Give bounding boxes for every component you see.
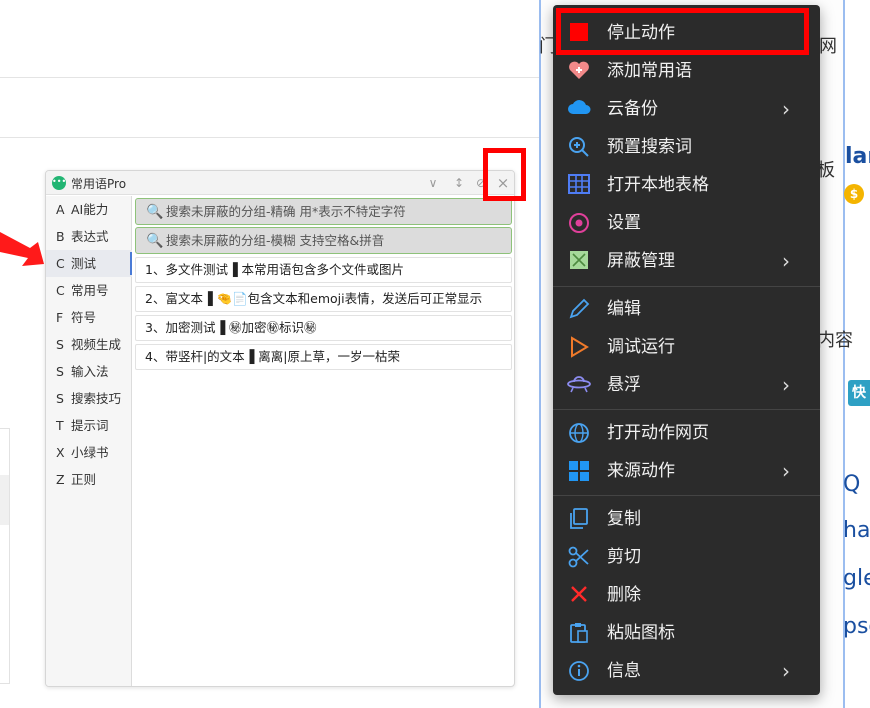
phrase-app-window: ••• 常用语Pro ∨ ↕ ⊘ × A AI能力 B 表达式 C 测试 C 常用号 F… [45,170,515,687]
chevron-right-icon: › [782,249,790,273]
copy-icon [567,508,591,530]
search-exact-input[interactable]: 🔍 搜索未屏蔽的分组-精确 用*表示不特定字符 [135,198,512,225]
category-item[interactable]: S 视频生成 [46,331,132,358]
gear-icon [567,212,591,234]
search-icon: 🔍 [146,233,164,249]
page-divider [0,137,540,138]
menu-item-block-management[interactable]: 屏蔽管理 › [553,242,820,280]
ufo-icon [567,374,591,396]
menu-item-info[interactable]: 信息 › [553,652,820,690]
app-logo-icon: ••• [52,176,66,190]
sort-icon[interactable]: ↕ [450,174,468,192]
menu-separator [553,495,820,496]
category-item[interactable]: C 常用号 [46,277,132,304]
category-item[interactable]: S 输入法 [46,358,132,385]
menu-item-open-action-page[interactable]: 打开动作网页 [553,414,820,452]
category-item[interactable]: F 符号 [46,304,132,331]
menu-item-paste-icon[interactable]: 粘贴图标 [553,614,820,652]
menu-item-float[interactable]: 悬浮 › [553,366,820,404]
bg-text: Q [843,472,861,497]
search-plus-icon [567,136,591,158]
search-fuzzy-input[interactable]: 🔍 搜索未屏蔽的分组-模糊 支持空格&拼音 [135,227,512,254]
play-icon [567,336,591,358]
category-item[interactable]: A AI能力 [46,196,132,223]
category-item[interactable]: X 小绿书 [46,439,132,466]
menu-item-delete[interactable]: 删除 [553,576,820,614]
info-icon [567,660,591,682]
menu-item-debug-run[interactable]: 调试运行 [553,328,820,366]
phrase-item[interactable]: 2、富文本▐ 🤏📄包含文本和emoji表情，发送后可正常显示 [135,286,512,312]
block-icon [567,250,591,272]
menu-separator [553,409,820,410]
cloud-icon [567,98,591,120]
category-item[interactable]: Z 正则 [46,466,132,493]
menu-item-copy[interactable]: 复制 [553,500,820,538]
chevron-right-icon: › [782,459,790,483]
globe-icon [567,422,591,444]
chevron-right-icon: › [782,97,790,121]
bg-text: ha [843,518,870,543]
app-title: 常用语Pro [71,177,127,191]
search-icon: 🔍 [146,204,164,220]
background-panel [0,428,10,684]
menu-item-edit[interactable]: 编辑 [553,290,820,328]
bg-text: psc [843,614,870,639]
category-sidebar: A AI能力 B 表达式 C 测试 C 常用号 F 符号 S 视频生成 S 输入法 S 搜索技巧… [46,196,132,686]
bg-text: lar [845,144,870,169]
menu-item-open-local-table[interactable]: 打开本地表格 [553,166,820,204]
menu-item-settings[interactable]: 设置 [553,204,820,242]
collapse-icon[interactable]: ∨ [424,174,442,192]
scissors-icon [567,546,591,568]
bg-text: 内容 [817,330,853,351]
page-divider [0,77,540,78]
chevron-right-icon: › [782,659,790,683]
category-item-active[interactable]: C 测试 [46,250,132,277]
chevron-right-icon: › [782,373,790,397]
coin-icon: $ [844,184,864,204]
menu-item-preset-search[interactable]: 预置搜索词 [553,128,820,166]
phrase-item[interactable]: 3、加密测试▐ ㊙加密㊙标识㊙ [135,315,512,341]
menu-item-add-phrase[interactable]: 添加常用语 [553,52,820,90]
bg-text: 网 [819,36,837,57]
category-item[interactable]: T 提示词 [46,412,132,439]
windows-icon [567,460,591,482]
close-button-highlight [483,148,526,201]
menu-item-source-action[interactable]: 来源动作 › [553,452,820,490]
table-icon [567,174,591,196]
paste-icon [567,622,591,644]
context-menu: 停止动作 添加常用语 云备份 › 预置搜索词 打开本地表格 设置 屏蔽管理 › … [553,5,820,695]
menu-separator [553,286,820,287]
red-arrow-icon [0,232,44,266]
phrase-item[interactable]: 4、带竖杆|的文本▐ 离离|原上草，一岁一枯荣 [135,344,512,370]
delete-icon [567,584,591,606]
pencil-icon [567,298,591,320]
stop-action-highlight [556,8,809,55]
menu-item-cloud-backup[interactable]: 云备份 › [553,90,820,128]
heart-add-icon [567,60,591,82]
menu-item-cut[interactable]: 剪切 [553,538,820,576]
bg-badge: 快 [848,380,870,406]
bg-text: gle [843,566,870,591]
category-item[interactable]: B 表达式 [46,223,132,250]
category-item[interactable]: S 搜索技巧 [46,385,132,412]
phrase-item[interactable]: 1、多文件测试▐ 本常用语包含多个文件或图片 [135,257,512,283]
app-title-bar[interactable]: ••• 常用语Pro ∨ ↕ ⊘ × [46,171,514,195]
